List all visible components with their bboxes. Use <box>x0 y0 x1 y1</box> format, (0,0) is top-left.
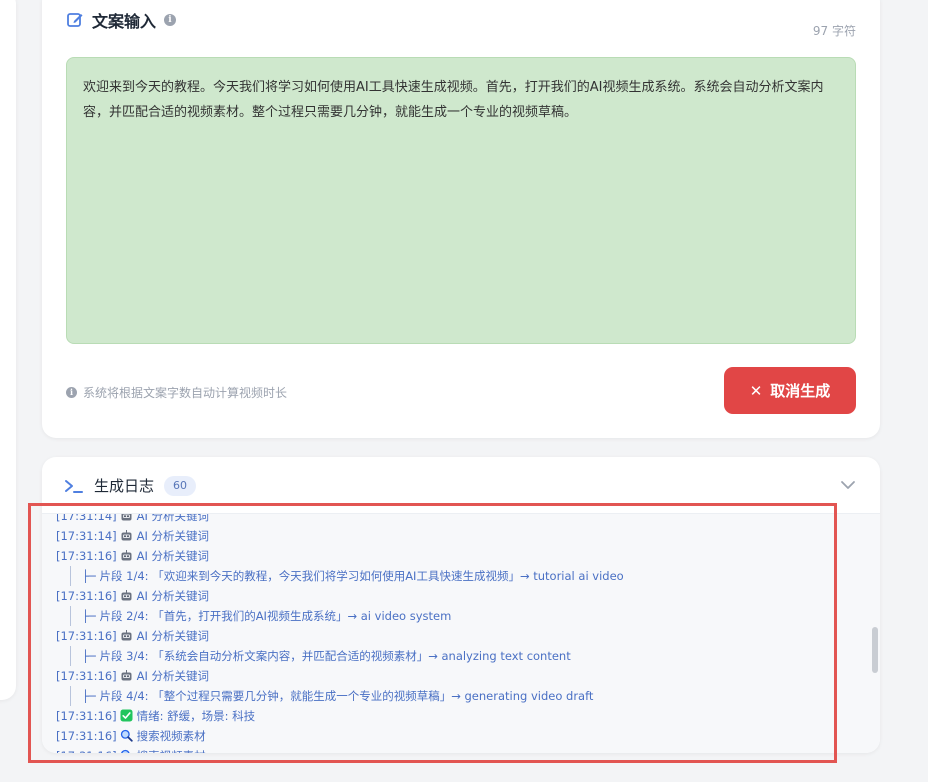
cancel-generation-button[interactable]: ✕ 取消生成 <box>724 367 856 414</box>
log-timestamp: [17:31:14] <box>56 529 117 543</box>
duration-hint-text: 系统将根据文案字数自动计算视频时长 <box>83 386 288 400</box>
log-line: [17:31:14] AI 分析关键词 <box>56 526 860 546</box>
log-title: 生成日志 <box>94 477 155 495</box>
log-message: 搜索视频素材 <box>136 729 206 743</box>
terminal-icon <box>65 479 83 493</box>
log-message: AI 分析关键词 <box>136 629 210 643</box>
duration-hint: i 系统将根据文案字数自动计算视频时长 <box>66 384 287 401</box>
log-subline: ├─ 片段 2/4: 「首先，打开我们的AI视频生成系统」→ ai video … <box>56 606 860 626</box>
side-panel-edge <box>0 0 16 700</box>
copy-input-header: 文案输入 i <box>66 8 177 32</box>
log-timestamp: [17:31:16] <box>56 749 117 753</box>
log-timestamp: [17:31:16] <box>56 709 117 723</box>
log-message: AI 分析关键词 <box>136 513 210 523</box>
log-message: AI 分析关键词 <box>136 589 210 603</box>
log-count-badge: 60 <box>164 475 197 496</box>
log-line: [17:31:16] AI 分析关键词 <box>56 626 860 646</box>
log-line: [17:31:16] AI 分析关键词 <box>56 666 860 686</box>
log-timestamp: [17:31:16] <box>56 729 117 743</box>
log-line: [17:31:16] 情绪: 舒缓，场景: 科技 <box>56 706 860 726</box>
log-message: AI 分析关键词 <box>136 669 210 683</box>
log-scrollbar-thumb[interactable] <box>872 627 878 673</box>
robot-icon <box>120 548 133 561</box>
log-message: 情绪: 舒缓，场景: 科技 <box>136 709 256 723</box>
log-line: [17:31:16] 搜索视频素材 <box>56 726 860 746</box>
log-header[interactable]: 生成日志 60 <box>64 475 197 496</box>
robot-icon <box>120 514 133 521</box>
log-timestamp: [17:31:16] <box>56 549 117 563</box>
robot-icon <box>120 528 133 541</box>
magnifier-icon <box>120 728 133 742</box>
log-timestamp: [17:31:14] <box>56 513 117 523</box>
log-message: AI 分析关键词 <box>136 549 210 563</box>
copy-input-title: 文案输入 <box>92 12 157 31</box>
magnifier-icon <box>120 748 133 753</box>
robot-icon <box>120 668 133 681</box>
log-timestamp: [17:31:16] <box>56 629 117 643</box>
log-line: [17:31:16] AI 分析关键词 <box>56 546 860 566</box>
log-subline: ├─ 片段 4/4: 「整个过程只需要几分钟，就能生成一个专业的视频草稿」→ g… <box>56 686 860 706</box>
log-message: AI 分析关键词 <box>136 529 210 543</box>
info-icon: i <box>66 387 77 398</box>
log-line: [17:31:14] AI 分析关键词 <box>56 513 860 526</box>
cancel-generation-label: 取消生成 <box>770 382 831 400</box>
chevron-down-icon[interactable] <box>840 477 856 493</box>
log-timestamp: [17:31:16] <box>56 669 117 683</box>
log-line: [17:31:16] AI 分析关键词 <box>56 586 860 606</box>
copy-textarea[interactable]: 欢迎来到今天的教程。今天我们将学习如何使用AI工具快速生成视频。首先，打开我们的… <box>66 57 856 344</box>
log-message: 搜索视频素材 <box>137 749 206 753</box>
log-subline: ├─ 片段 1/4: 「欢迎来到今天的教程，今天我们将学习如何使用AI工具快速生… <box>56 566 860 586</box>
edit-icon <box>67 13 83 27</box>
log-lines: [17:31:14] AI 分析关键词 [17:31:14] AI 分析关键词 [17:… <box>56 513 860 753</box>
close-icon: ✕ <box>749 381 763 400</box>
log-scrollbar[interactable] <box>870 513 880 753</box>
log-subline: ├─ 片段 3/4: 「系统会自动分析文案内容，并匹配合适的视频素材」→ ana… <box>56 646 860 666</box>
copy-input-card: 文案输入 i 97 字符 欢迎来到今天的教程。今天我们将学习如何使用AI工具快速… <box>42 0 880 438</box>
log-line: [17:31:16] 搜索视频素材 <box>56 746 860 753</box>
generation-log-card: 生成日志 60 [17:31:14] AI 分析关键词 [17:31:14] AI 分… <box>42 457 880 753</box>
char-count: 97 字符 <box>812 24 856 38</box>
robot-icon <box>120 628 133 641</box>
log-timestamp: [17:31:16] <box>56 589 117 603</box>
robot-icon <box>120 588 133 601</box>
info-icon[interactable]: i <box>164 14 177 26</box>
log-body[interactable]: [17:31:14] AI 分析关键词 [17:31:14] AI 分析关键词 [17:… <box>42 513 880 753</box>
check-icon <box>120 708 133 722</box>
